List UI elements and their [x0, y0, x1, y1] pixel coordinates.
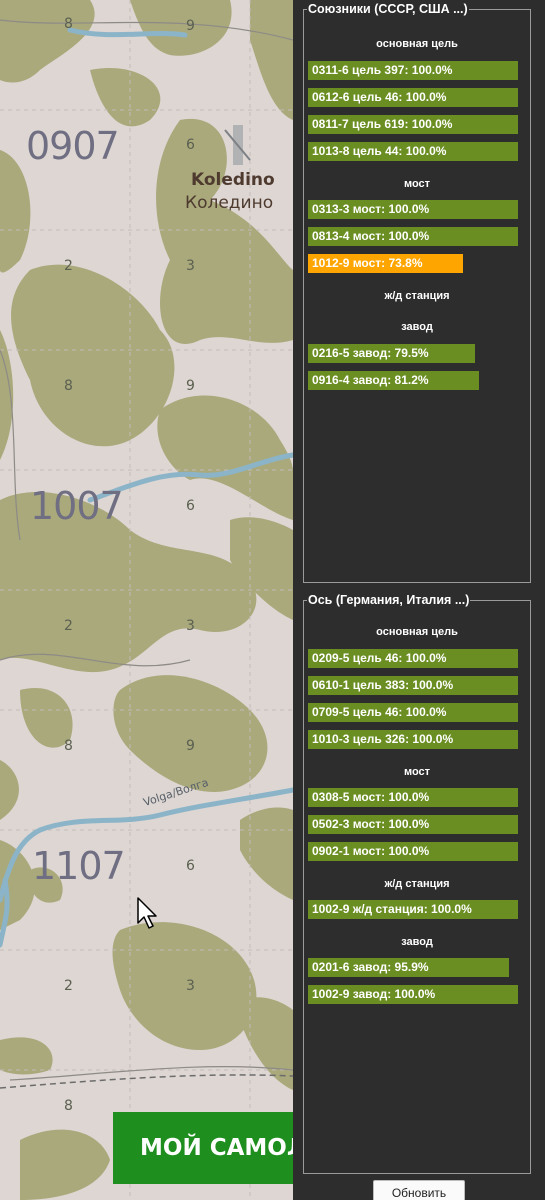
grid-number: 2: [64, 978, 73, 994]
category-heading: ж/д станция: [384, 290, 450, 302]
allies-group: Союзники (СССР, США ...) основная цель 0…: [303, 2, 531, 583]
target-progress-bar: 0612-6 цель 46: 100.0%: [308, 88, 518, 107]
target-progress-bar: 1002-9 завод: 100.0%: [308, 985, 518, 1004]
target-progress-bar: 0311-6 цель 397: 100.0%: [308, 61, 518, 80]
grid-number: 9: [186, 18, 195, 34]
target-progress-bar: 0811-7 цель 619: 100.0%: [308, 115, 518, 134]
category-heading: основная цель: [376, 38, 458, 50]
grid-number: 3: [186, 618, 195, 634]
target-progress-bar: 1010-3 цель 326: 100.0%: [308, 730, 518, 749]
category-heading: завод: [401, 936, 433, 948]
grid-number: 6: [186, 498, 195, 514]
grid-number: 8: [64, 738, 73, 754]
target-progress-bar: 0902-1 мост: 100.0%: [308, 842, 518, 861]
grid-number: 2: [64, 618, 73, 634]
category-heading: завод: [401, 321, 433, 333]
target-progress-bar: 0610-1 цель 383: 100.0%: [308, 676, 518, 695]
category-heading: основная цель: [376, 626, 458, 638]
map-square-label: 1107: [32, 844, 126, 888]
target-progress-bar: 0216-5 завод: 79.5%: [308, 344, 475, 363]
my-plane-button[interactable]: МОЙ САМОЛЕТ: [113, 1112, 313, 1184]
grid-number: 9: [186, 738, 195, 754]
category-heading: мост: [403, 178, 431, 190]
target-progress-bar: 1013-8 цель 44: 100.0%: [308, 142, 518, 161]
category-heading: мост: [403, 766, 431, 778]
target-progress-bar: 0502-3 мост: 100.0%: [308, 815, 518, 834]
grid-number: 2: [64, 258, 73, 274]
grid-number: 8: [64, 16, 73, 32]
map-square-label: 0907: [26, 124, 120, 168]
target-progress-bar: 1012-9 мост: 73.8%: [308, 254, 463, 273]
map-square-label: 1007: [30, 484, 124, 528]
grid-number: 9: [186, 378, 195, 394]
allies-title: Союзники (СССР, США ...): [307, 2, 469, 16]
grid-number: 8: [64, 378, 73, 394]
grid-number: 3: [186, 978, 195, 994]
grid-number: 6: [186, 137, 195, 153]
refresh-button[interactable]: Обновить: [373, 1180, 465, 1200]
city-name-latin: Koledino: [191, 170, 275, 190]
axis-title: Ось (Германия, Италия ...): [307, 593, 471, 607]
grid-number: 3: [186, 258, 195, 274]
target-progress-bar: 0709-5 цель 46: 100.0%: [308, 703, 518, 722]
mouse-cursor-icon: [137, 897, 157, 929]
category-heading: ж/д станция: [384, 878, 450, 890]
targets-panel: Союзники (СССР, США ...) основная цель 0…: [293, 0, 545, 1200]
grid-number: 8: [64, 1098, 73, 1114]
target-progress-bar: 1002-9 ж/д станция: 100.0%: [308, 900, 518, 919]
grid-number: 6: [186, 858, 195, 874]
city-name-cyrillic: Коледино: [185, 193, 274, 213]
target-progress-bar: 0209-5 цель 46: 100.0%: [308, 649, 518, 668]
target-progress-bar: 0201-6 завод: 95.9%: [308, 958, 509, 977]
target-progress-bar: 0313-3 мост: 100.0%: [308, 200, 518, 219]
axis-group: Ось (Германия, Италия ...) основная цель…: [303, 593, 531, 1174]
target-progress-bar: 0308-5 мост: 100.0%: [308, 788, 518, 807]
target-progress-bar: 0813-4 мост: 100.0%: [308, 227, 518, 246]
target-progress-bar: 0916-4 завод: 81.2%: [308, 371, 479, 390]
